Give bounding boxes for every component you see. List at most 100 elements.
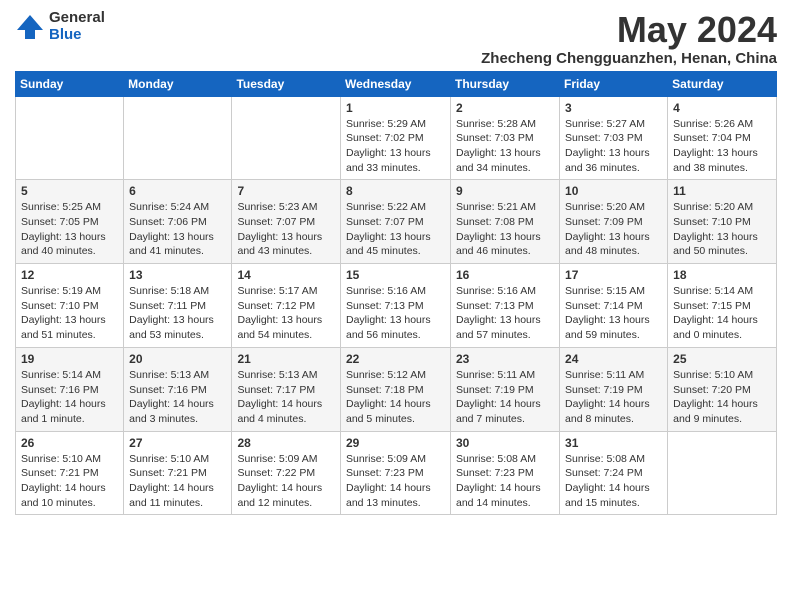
calendar-cell: 22 Sunrise: 5:12 AMSunset: 7:18 PMDayligh… bbox=[341, 347, 451, 431]
calendar-cell: 13Sunrise: 5:18 AMSunset: 7:11 PMDayligh… bbox=[124, 264, 232, 348]
calendar-cell: 5Sunrise: 5:25 AMSunset: 7:05 PMDaylight… bbox=[16, 180, 124, 264]
day-info: Sunrise: 5:11 AMSunset: 7:19 PMDaylight:… bbox=[456, 368, 554, 427]
calendar-header-monday: Monday bbox=[124, 71, 232, 96]
day-info: Sunrise: 5:16 AMSunset: 7:13 PMDaylight:… bbox=[346, 284, 445, 343]
day-number: 12 bbox=[21, 268, 118, 282]
day-number: 9 bbox=[456, 184, 554, 198]
day-info: Sunrise: 5:12 AMSunset: 7:18 PMDaylight:… bbox=[346, 368, 445, 427]
day-info: Sunrise: 5:19 AMSunset: 7:10 PMDaylight:… bbox=[21, 284, 118, 343]
calendar-cell: 23 Sunrise: 5:11 AMSunset: 7:19 PMDayligh… bbox=[451, 347, 560, 431]
day-number: 1 bbox=[346, 101, 445, 115]
day-info: Sunrise: 5:16 AMSunset: 7:13 PMDaylight:… bbox=[456, 284, 554, 343]
calendar-header-row: SundayMondayTuesdayWednesdayThursdayFrid… bbox=[16, 71, 777, 96]
day-info: Sunrise: 5:09 AMSunset: 7:22 PMDaylight:… bbox=[237, 452, 335, 511]
calendar-cell: 19 Sunrise: 5:14 AMSunset: 7:16 PMDayligh… bbox=[16, 347, 124, 431]
day-number: 23 bbox=[456, 352, 554, 366]
day-info: Sunrise: 5:27 AMSunset: 7:03 PMDaylight:… bbox=[565, 117, 662, 176]
calendar-cell: 11 Sunrise: 5:20 AMSunset: 7:10 PMDayligh… bbox=[668, 180, 777, 264]
calendar-cell: 12 Sunrise: 5:19 AMSunset: 7:10 PMDayligh… bbox=[16, 264, 124, 348]
day-info: Sunrise: 5:11 AMSunset: 7:19 PMDaylight:… bbox=[565, 368, 662, 427]
day-info: Sunrise: 5:18 AMSunset: 7:11 PMDaylight:… bbox=[129, 284, 226, 343]
day-info: Sunrise: 5:26 AMSunset: 7:04 PMDaylight:… bbox=[673, 117, 771, 176]
calendar-cell: 25 Sunrise: 5:10 AMSunset: 7:20 PMDayligh… bbox=[668, 347, 777, 431]
day-info: Sunrise: 5:10 AMSunset: 7:21 PMDaylight:… bbox=[129, 452, 226, 511]
calendar-cell: 31Sunrise: 5:08 AMSunset: 7:24 PMDayligh… bbox=[560, 431, 668, 515]
calendar-week-row: 1Sunrise: 5:29 AMSunset: 7:02 PMDaylight… bbox=[16, 96, 777, 180]
calendar-header-saturday: Saturday bbox=[668, 71, 777, 96]
calendar-header-wednesday: Wednesday bbox=[341, 71, 451, 96]
calendar-cell: 3 Sunrise: 5:27 AMSunset: 7:03 PMDaylight… bbox=[560, 96, 668, 180]
day-number: 6 bbox=[129, 184, 226, 198]
day-info: Sunrise: 5:28 AMSunset: 7:03 PMDaylight:… bbox=[456, 117, 554, 176]
day-number: 24 bbox=[565, 352, 662, 366]
day-info: Sunrise: 5:13 AMSunset: 7:16 PMDaylight:… bbox=[129, 368, 226, 427]
calendar-cell: 20 Sunrise: 5:13 AMSunset: 7:16 PMDayligh… bbox=[124, 347, 232, 431]
day-number: 14 bbox=[237, 268, 335, 282]
calendar-cell: 30 Sunrise: 5:08 AMSunset: 7:23 PMDayligh… bbox=[451, 431, 560, 515]
day-info: Sunrise: 5:22 AMSunset: 7:07 PMDaylight:… bbox=[346, 200, 445, 259]
calendar-cell: 28 Sunrise: 5:09 AMSunset: 7:22 PMDayligh… bbox=[232, 431, 341, 515]
day-info: Sunrise: 5:21 AMSunset: 7:08 PMDaylight:… bbox=[456, 200, 554, 259]
calendar-cell: 6 Sunrise: 5:24 AMSunset: 7:06 PMDaylight… bbox=[124, 180, 232, 264]
day-info: Sunrise: 5:09 AMSunset: 7:23 PMDaylight:… bbox=[346, 452, 445, 511]
day-info: Sunrise: 5:24 AMSunset: 7:06 PMDaylight:… bbox=[129, 200, 226, 259]
day-info: Sunrise: 5:14 AMSunset: 7:16 PMDaylight:… bbox=[21, 368, 118, 427]
calendar-cell: 14 Sunrise: 5:17 AMSunset: 7:12 PMDayligh… bbox=[232, 264, 341, 348]
calendar-cell: 29 Sunrise: 5:09 AMSunset: 7:23 PMDayligh… bbox=[341, 431, 451, 515]
day-number: 7 bbox=[237, 184, 335, 198]
day-info: Sunrise: 5:25 AMSunset: 7:05 PMDaylight:… bbox=[21, 200, 118, 259]
calendar-cell: 16 Sunrise: 5:16 AMSunset: 7:13 PMDayligh… bbox=[451, 264, 560, 348]
calendar-header-sunday: Sunday bbox=[16, 71, 124, 96]
day-number: 26 bbox=[21, 436, 118, 450]
day-number: 21 bbox=[237, 352, 335, 366]
day-info: Sunrise: 5:13 AMSunset: 7:17 PMDaylight:… bbox=[237, 368, 335, 427]
day-number: 10 bbox=[565, 184, 662, 198]
logo-text: General Blue bbox=[49, 10, 105, 43]
day-info: Sunrise: 5:23 AMSunset: 7:07 PMDaylight:… bbox=[237, 200, 335, 259]
day-number: 3 bbox=[565, 101, 662, 115]
day-number: 30 bbox=[456, 436, 554, 450]
day-number: 17 bbox=[565, 268, 662, 282]
calendar-header-tuesday: Tuesday bbox=[232, 71, 341, 96]
calendar-cell: 9 Sunrise: 5:21 AMSunset: 7:08 PMDaylight… bbox=[451, 180, 560, 264]
calendar-week-row: 19 Sunrise: 5:14 AMSunset: 7:16 PMDayligh… bbox=[16, 347, 777, 431]
day-number: 31 bbox=[565, 436, 662, 450]
calendar-cell bbox=[232, 96, 341, 180]
calendar-week-row: 5Sunrise: 5:25 AMSunset: 7:05 PMDaylight… bbox=[16, 180, 777, 264]
calendar-cell bbox=[124, 96, 232, 180]
logo: General Blue bbox=[15, 10, 105, 43]
day-info: Sunrise: 5:15 AMSunset: 7:14 PMDaylight:… bbox=[565, 284, 662, 343]
calendar-header-thursday: Thursday bbox=[451, 71, 560, 96]
calendar-cell: 21 Sunrise: 5:13 AMSunset: 7:17 PMDayligh… bbox=[232, 347, 341, 431]
day-info: Sunrise: 5:20 AMSunset: 7:10 PMDaylight:… bbox=[673, 200, 771, 259]
calendar-week-row: 26 Sunrise: 5:10 AMSunset: 7:21 PMDayligh… bbox=[16, 431, 777, 515]
calendar-cell: 15 Sunrise: 5:16 AMSunset: 7:13 PMDayligh… bbox=[341, 264, 451, 348]
calendar-table: SundayMondayTuesdayWednesdayThursdayFrid… bbox=[15, 71, 777, 516]
calendar-cell: 24 Sunrise: 5:11 AMSunset: 7:19 PMDayligh… bbox=[560, 347, 668, 431]
calendar-cell: 18Sunrise: 5:14 AMSunset: 7:15 PMDayligh… bbox=[668, 264, 777, 348]
day-number: 15 bbox=[346, 268, 445, 282]
calendar-cell: 1Sunrise: 5:29 AMSunset: 7:02 PMDaylight… bbox=[341, 96, 451, 180]
day-number: 18 bbox=[673, 268, 771, 282]
logo-blue: Blue bbox=[49, 27, 105, 44]
calendar-cell: 8 Sunrise: 5:22 AMSunset: 7:07 PMDaylight… bbox=[341, 180, 451, 264]
location: Zhecheng Chengguanzhen, Henan, China bbox=[481, 50, 777, 67]
calendar-cell: 27Sunrise: 5:10 AMSunset: 7:21 PMDayligh… bbox=[124, 431, 232, 515]
day-number: 11 bbox=[673, 184, 771, 198]
calendar-cell: 2 Sunrise: 5:28 AMSunset: 7:03 PMDaylight… bbox=[451, 96, 560, 180]
logo-general: General bbox=[49, 10, 105, 27]
day-info: Sunrise: 5:08 AMSunset: 7:23 PMDaylight:… bbox=[456, 452, 554, 511]
day-number: 19 bbox=[21, 352, 118, 366]
day-number: 25 bbox=[673, 352, 771, 366]
day-number: 16 bbox=[456, 268, 554, 282]
day-number: 8 bbox=[346, 184, 445, 198]
day-number: 4 bbox=[673, 101, 771, 115]
day-number: 28 bbox=[237, 436, 335, 450]
day-info: Sunrise: 5:10 AMSunset: 7:20 PMDaylight:… bbox=[673, 368, 771, 427]
day-info: Sunrise: 5:17 AMSunset: 7:12 PMDaylight:… bbox=[237, 284, 335, 343]
calendar-cell bbox=[16, 96, 124, 180]
day-number: 20 bbox=[129, 352, 226, 366]
day-number: 29 bbox=[346, 436, 445, 450]
day-number: 2 bbox=[456, 101, 554, 115]
day-number: 22 bbox=[346, 352, 445, 366]
